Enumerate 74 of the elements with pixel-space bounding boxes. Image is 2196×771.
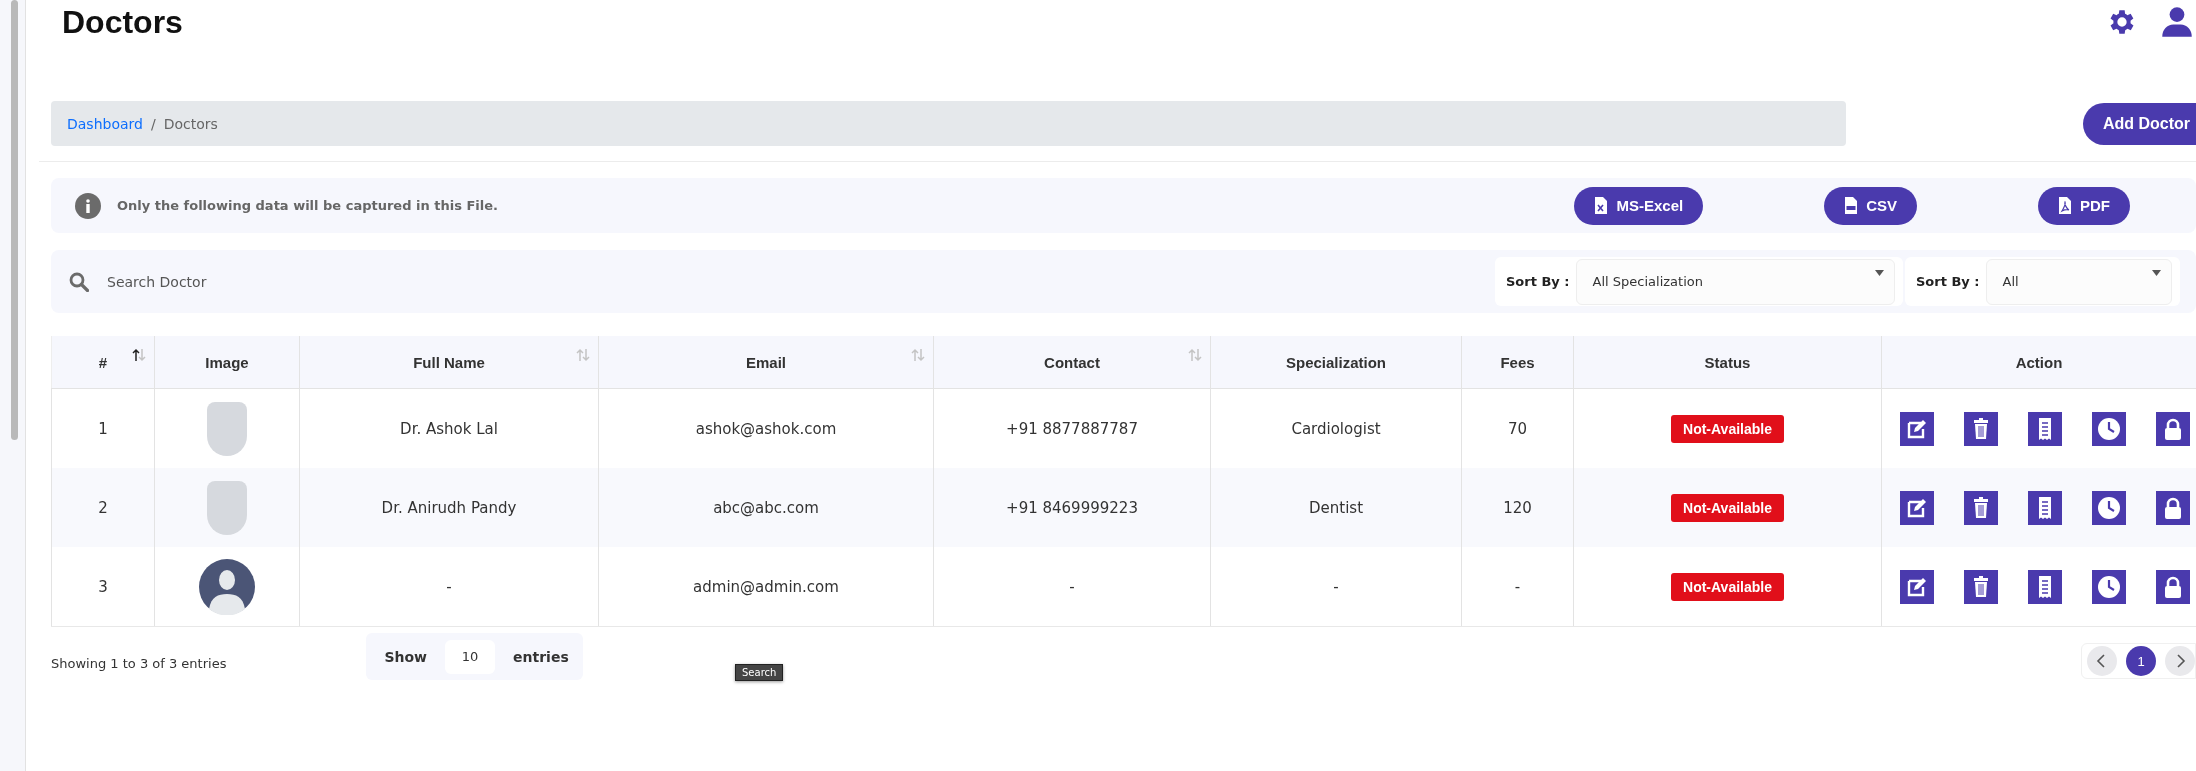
page-title: Doctors [62, 3, 183, 41]
export-button[interactable]: PDF [2038, 186, 2130, 225]
page-button[interactable]: 1 [2126, 646, 2156, 676]
table-cell: 3 [51, 547, 155, 627]
column-header[interactable]: Email [598, 336, 934, 389]
edit-icon[interactable] [1900, 490, 1934, 525]
lock-icon[interactable] [2156, 411, 2190, 446]
edit-icon[interactable] [1900, 411, 1934, 446]
clock-icon[interactable] [2092, 569, 2126, 604]
trash-icon[interactable] [1964, 490, 1998, 525]
file-icon [1844, 196, 1859, 215]
table-cell: 2 [51, 468, 155, 547]
edit-icon[interactable] [1900, 569, 1934, 604]
table-cell: admin@admin.com [598, 547, 934, 627]
photo-placeholder [207, 401, 247, 456]
entries-info: Showing 1 to 3 of 3 entries [51, 656, 227, 671]
trash-icon[interactable] [1964, 569, 1998, 604]
column-header: Status [1573, 336, 1882, 389]
sort-dropdown[interactable]: All Specialization [1575, 258, 1895, 305]
clock-icon[interactable] [2092, 490, 2126, 525]
table-cell: - [1461, 547, 1574, 627]
receipt-icon[interactable] [2028, 569, 2062, 604]
column-header[interactable]: # [51, 336, 155, 389]
next-page-icon[interactable] [2165, 646, 2195, 676]
status-badge: Not-Available [1671, 414, 1784, 443]
lock-icon[interactable] [2156, 490, 2190, 525]
sort-label: Sort By : [1916, 274, 1980, 289]
export-note: Only the following data will be captured in this File. [117, 198, 498, 213]
tooltip: Search [735, 664, 784, 681]
trash-icon[interactable] [1964, 411, 1998, 446]
column-header: Action [1881, 336, 2196, 389]
sort-icon[interactable] [132, 348, 146, 362]
show-label: Show [384, 648, 428, 665]
breadcrumb-link[interactable]: Dashboard [67, 115, 143, 132]
photo-placeholder [207, 480, 247, 535]
table-cell: +91 8469999223 [933, 468, 1211, 547]
search-icon [69, 271, 89, 292]
export-button[interactable]: MS-Excel [1574, 186, 1704, 225]
caret-icon [1875, 269, 1884, 276]
receipt-icon[interactable] [2028, 411, 2062, 446]
entries-label: entries [513, 648, 569, 665]
table-cell: abc@abc.com [598, 468, 934, 547]
column-header[interactable]: Full Name [299, 336, 599, 389]
user-icon[interactable] [2162, 6, 2192, 38]
scrollbar[interactable] [11, 0, 18, 440]
receipt-icon[interactable] [2028, 490, 2062, 525]
sort-dropdown[interactable]: All [1985, 258, 2172, 305]
breadcrumb-current: Doctors [163, 115, 218, 132]
table-cell: - [1210, 547, 1462, 627]
column-header: Specialization [1210, 336, 1462, 389]
table-cell: Dentist [1210, 468, 1462, 547]
page-size-field[interactable]: 10 [445, 639, 496, 674]
file-icon [1594, 196, 1609, 215]
status-badge: Not-Available [1671, 493, 1784, 522]
table-cell: 120 [1461, 468, 1574, 547]
lock-icon[interactable] [2156, 569, 2190, 604]
clock-icon[interactable] [2092, 411, 2126, 446]
avatar-icon [199, 558, 255, 615]
export-button[interactable]: CSV [1824, 186, 1917, 225]
search-field[interactable]: Search Doctor [105, 272, 509, 291]
add-doctor-button[interactable]: Add Doctor [2082, 102, 2196, 145]
sort-label: Sort By : [1506, 274, 1570, 289]
file-icon [2058, 196, 2072, 215]
caret-icon [2152, 269, 2161, 276]
table-cell: Dr. Anirudh Pandy [299, 468, 599, 547]
table-cell: - [299, 547, 599, 627]
column-header: Image [154, 336, 300, 389]
previous-page-icon[interactable] [2087, 646, 2117, 676]
status-badge: Not-Available [1671, 572, 1784, 601]
column-header[interactable]: Contact [933, 336, 1211, 389]
info-icon [75, 192, 101, 219]
table-cell: - [933, 547, 1211, 627]
column-header: Fees [1461, 336, 1574, 389]
breadcrumb-separator: / [150, 115, 156, 132]
